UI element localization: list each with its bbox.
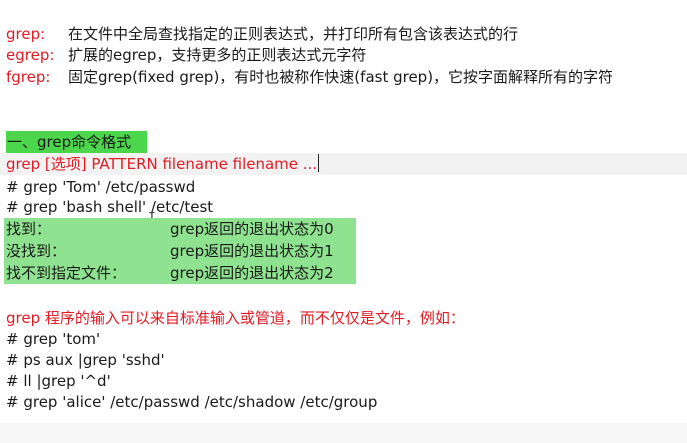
status-result: grep返回的退出状态为1 <box>170 242 334 260</box>
term-grep: grep: <box>6 25 46 43</box>
status-row: 找到： grep返回的退出状态为0 <box>6 218 334 240</box>
desc-fgrep: 固定grep(fixed grep)，有时也被称作快速(fast grep)，它… <box>68 68 614 86</box>
example-line: # grep 'tom' <box>6 330 101 348</box>
syntax-line[interactable]: grep [选项] PATTERN filename filename ... <box>6 154 320 174</box>
desc-egrep: 扩展的egrep，支持更多的正则表达式元字符 <box>68 46 367 64</box>
text-caret <box>318 154 320 172</box>
definition-grep: grep: 在文件中全局查找指定的正则表达式，并打印所有包含该表达式的行 <box>6 24 518 44</box>
syntax-text: grep [选项] PATTERN filename filename ... <box>6 155 318 173</box>
status-condition: 找不到指定文件： <box>6 264 127 282</box>
term-egrep: egrep: <box>6 46 55 64</box>
status-result: grep返回的退出状态为0 <box>170 220 334 238</box>
example-line: # grep 'bash shell' /etc/test <box>6 198 214 216</box>
status-condition: 没找到： <box>6 242 67 260</box>
status-row: 找不到指定文件： grep返回的退出状态为2 <box>6 262 334 284</box>
term-fgrep: fgrep: <box>6 68 51 86</box>
definition-fgrep: fgrep: 固定grep(fixed grep)，有时也被称作快速(fast g… <box>6 67 613 87</box>
status-row: 没找到： grep返回的退出状态为1 <box>6 240 334 262</box>
status-result: grep返回的退出状态为2 <box>170 264 334 282</box>
desc-grep: 在文件中全局查找指定的正则表达式，并打印所有包含该表达式的行 <box>68 25 519 43</box>
definition-egrep: egrep: 扩展的egrep，支持更多的正则表达式元字符 <box>6 45 366 65</box>
example-line: # ps aux |grep 'sshd' <box>6 351 165 369</box>
example-line: # ll |grep '^d' <box>6 372 111 390</box>
slide: grep: 在文件中全局查找指定的正则表达式，并打印所有包含该表达式的行 egre… <box>0 0 687 443</box>
bottom-edge <box>0 423 687 443</box>
example-line: # grep 'alice' /etc/passwd /etc/shadow /… <box>6 393 378 411</box>
exit-status-table: 找到： grep返回的退出状态为0 没找到： grep返回的退出状态为1 找不到指定… <box>4 218 356 284</box>
example-line: # grep 'Tom' /etc/passwd <box>6 178 196 196</box>
status-condition: 找到： <box>6 220 52 238</box>
section-heading: 一、grep命令格式 <box>6 131 147 153</box>
input-note: grep 程序的输入可以来自标准输入或管道，而不仅仅是文件，例如： <box>6 309 465 327</box>
